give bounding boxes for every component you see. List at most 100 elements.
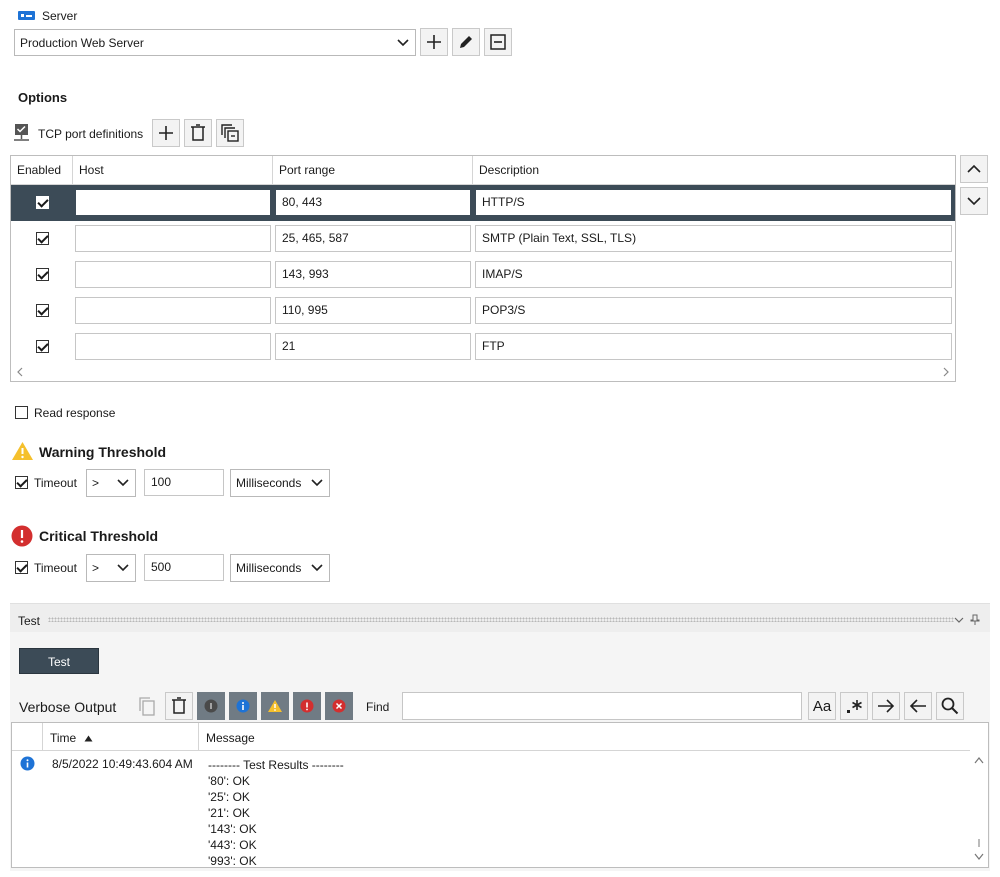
filter-error-button[interactable] bbox=[293, 692, 321, 720]
description-field[interactable]: HTTP/S bbox=[475, 189, 952, 216]
panel-menu-chevron-icon[interactable] bbox=[954, 617, 964, 624]
host-field[interactable] bbox=[75, 333, 271, 360]
read-response-checkbox[interactable] bbox=[15, 406, 28, 419]
host-field[interactable] bbox=[75, 261, 271, 288]
host-field[interactable] bbox=[75, 189, 271, 216]
info-icon bbox=[236, 699, 250, 713]
description-field[interactable]: IMAP/S bbox=[475, 261, 952, 288]
column-header-host[interactable]: Host bbox=[73, 156, 273, 185]
warning-timeout-input[interactable]: 100 bbox=[144, 469, 224, 496]
error-icon bbox=[300, 699, 314, 713]
regex-icon bbox=[847, 700, 862, 713]
scroll-right-icon[interactable] bbox=[942, 367, 950, 377]
add-server-button[interactable] bbox=[420, 28, 448, 56]
trash-icon bbox=[191, 124, 205, 141]
chevron-down-icon bbox=[117, 564, 129, 572]
column-header-description[interactable]: Description bbox=[473, 156, 955, 185]
filter-debug-button[interactable] bbox=[197, 692, 225, 720]
clear-output-button[interactable] bbox=[165, 692, 193, 720]
description-field[interactable]: FTP bbox=[475, 333, 952, 360]
filter-warning-button[interactable] bbox=[261, 692, 289, 720]
critical-timeout-checkbox[interactable] bbox=[15, 561, 28, 574]
host-field[interactable] bbox=[75, 297, 271, 324]
log-line: '993': OK bbox=[208, 854, 257, 868]
port-definitions-grid: Enabled Host Port range Description 80, … bbox=[10, 155, 956, 382]
server-icon bbox=[18, 11, 35, 20]
filter-critical-button[interactable] bbox=[325, 692, 353, 720]
debug-icon bbox=[204, 699, 218, 713]
grid-header: Enabled Host Port range Description bbox=[11, 156, 955, 185]
find-previous-button[interactable] bbox=[904, 692, 932, 720]
log-line: '443': OK bbox=[208, 838, 257, 852]
find-label: Find bbox=[366, 700, 390, 714]
filter-info-button[interactable] bbox=[229, 692, 257, 720]
critical-operator-select[interactable]: > bbox=[86, 554, 136, 582]
table-row[interactable]: 110, 995 POP3/S bbox=[11, 293, 955, 329]
column-header-port-range[interactable]: Port range bbox=[273, 156, 473, 185]
chevron-down-icon bbox=[311, 479, 323, 487]
log-scrollbar[interactable] bbox=[970, 751, 988, 867]
port-range-field[interactable]: 80, 443 bbox=[275, 189, 471, 216]
scroll-thumb[interactable] bbox=[978, 839, 980, 847]
description-field[interactable]: POP3/S bbox=[475, 297, 952, 324]
pin-icon[interactable] bbox=[970, 614, 980, 626]
description-field[interactable]: SMTP (Plain Text, SSL, TLS) bbox=[475, 225, 952, 252]
warning-operator-select[interactable]: > bbox=[86, 469, 136, 497]
remove-server-button[interactable] bbox=[484, 28, 512, 56]
output-log: Time Message 8/5/2022 10:49:43.604 AM --… bbox=[11, 722, 989, 868]
move-up-button[interactable] bbox=[960, 155, 988, 183]
table-row[interactable]: 21 FTP bbox=[11, 329, 955, 365]
log-message: -------- Test Results -------- '80': OK … bbox=[208, 757, 344, 869]
warning-timeout-checkbox[interactable] bbox=[15, 476, 28, 489]
chevron-down-icon bbox=[397, 38, 409, 46]
row-enabled-checkbox[interactable] bbox=[36, 340, 49, 353]
warning-icon bbox=[268, 700, 282, 712]
copy-definition-button[interactable] bbox=[216, 119, 244, 147]
arrow-left-icon bbox=[909, 699, 926, 713]
host-field[interactable] bbox=[75, 225, 271, 252]
port-range-field[interactable]: 143, 993 bbox=[275, 261, 471, 288]
warning-unit-select[interactable]: Milliseconds bbox=[230, 469, 330, 497]
row-enabled-checkbox[interactable] bbox=[36, 268, 49, 281]
trash-icon bbox=[172, 697, 186, 714]
server-select-value: Production Web Server bbox=[20, 35, 144, 50]
log-line: '25': OK bbox=[208, 790, 250, 804]
port-range-field[interactable]: 21 bbox=[275, 333, 471, 360]
row-enabled-checkbox[interactable] bbox=[36, 196, 49, 209]
regex-button[interactable] bbox=[840, 692, 868, 720]
column-header-message[interactable]: Message bbox=[206, 731, 255, 745]
critical-unit-select[interactable]: Milliseconds bbox=[230, 554, 330, 582]
row-enabled-checkbox[interactable] bbox=[36, 304, 49, 317]
table-row[interactable]: 143, 993 IMAP/S bbox=[11, 257, 955, 293]
match-case-label: Aa bbox=[812, 697, 832, 715]
delete-definition-button[interactable] bbox=[184, 119, 212, 147]
add-definition-button[interactable] bbox=[152, 119, 180, 147]
scroll-left-icon[interactable] bbox=[16, 367, 24, 377]
port-range-field[interactable]: 25, 465, 587 bbox=[275, 225, 471, 252]
match-case-button[interactable]: Aa bbox=[808, 692, 836, 720]
column-header-time[interactable]: Time bbox=[50, 731, 93, 745]
search-button[interactable] bbox=[936, 692, 964, 720]
row-enabled-checkbox[interactable] bbox=[36, 232, 49, 245]
scroll-up-icon[interactable] bbox=[974, 757, 984, 764]
table-row[interactable]: 25, 465, 587 SMTP (Plain Text, SSL, TLS) bbox=[11, 221, 955, 257]
log-line: '21': OK bbox=[208, 806, 250, 820]
test-button[interactable]: Test bbox=[19, 648, 99, 674]
critical-timeout-label: Timeout bbox=[34, 561, 77, 575]
critical-unit-value: Milliseconds bbox=[236, 561, 302, 575]
find-input[interactable] bbox=[402, 692, 802, 720]
port-range-field[interactable]: 110, 995 bbox=[275, 297, 471, 324]
scroll-down-icon[interactable] bbox=[974, 853, 984, 860]
find-next-button[interactable] bbox=[872, 692, 900, 720]
column-header-enabled[interactable]: Enabled bbox=[11, 156, 73, 185]
table-row[interactable]: 80, 443 HTTP/S bbox=[11, 185, 955, 221]
chevron-down-icon bbox=[967, 197, 981, 206]
critical-x-icon bbox=[332, 699, 346, 713]
copy-output-button[interactable] bbox=[135, 692, 159, 720]
pencil-icon bbox=[460, 36, 472, 48]
edit-server-button[interactable] bbox=[452, 28, 480, 56]
critical-timeout-input[interactable]: 500 bbox=[144, 554, 224, 581]
warning-threshold-heading: Warning Threshold bbox=[39, 444, 167, 460]
move-down-button[interactable] bbox=[960, 187, 988, 215]
server-select[interactable]: Production Web Server bbox=[14, 29, 416, 56]
